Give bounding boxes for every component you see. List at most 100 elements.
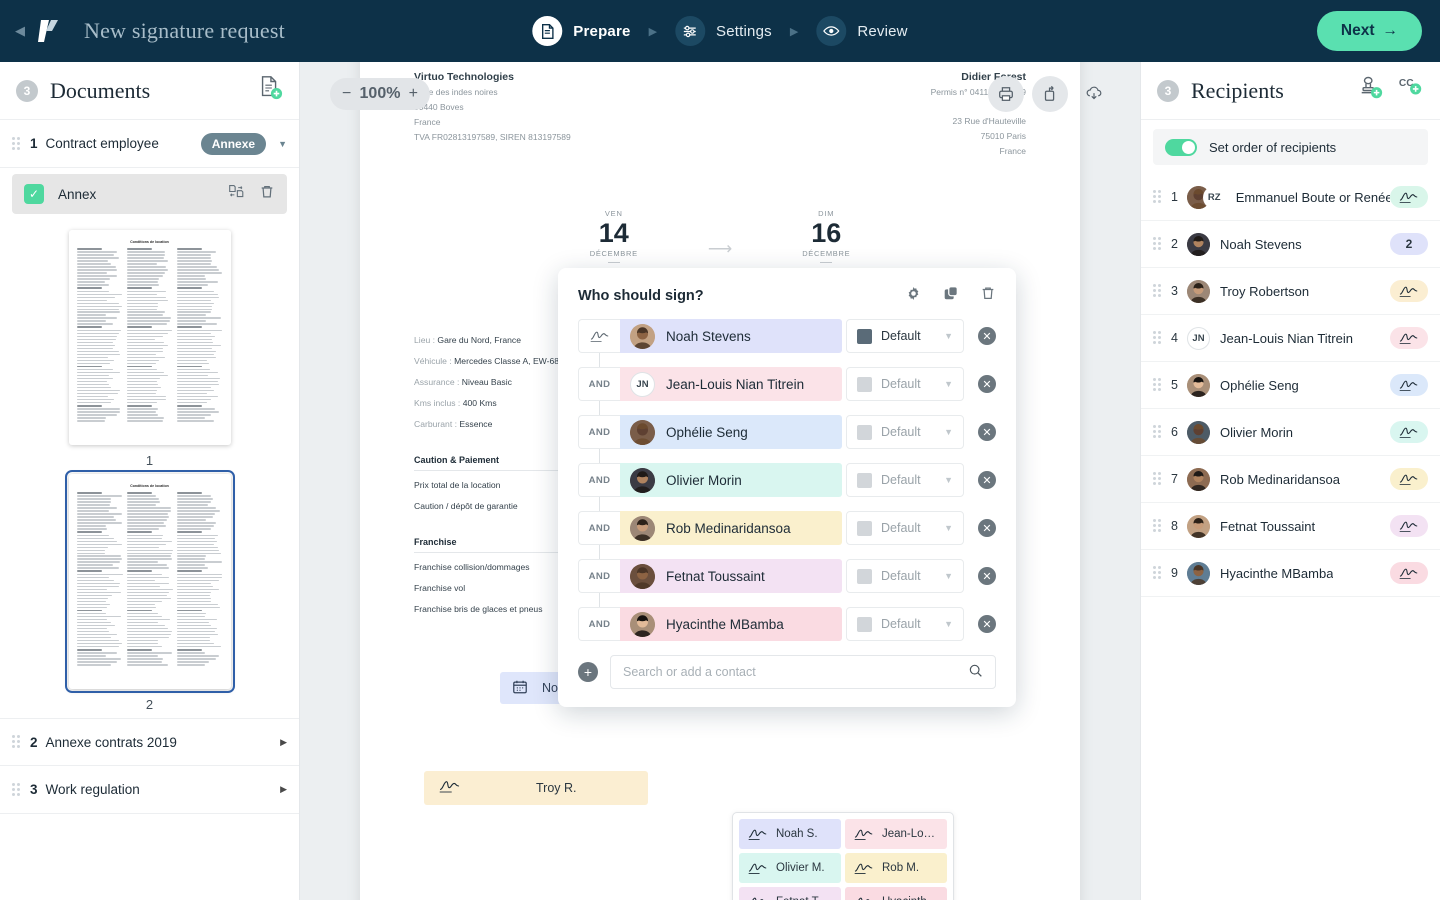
signer-main[interactable]: Noah Stevens [620, 319, 842, 353]
chevron-down-icon[interactable]: ▼ [944, 427, 953, 437]
signer-color-select[interactable]: Default ▼ [846, 415, 964, 449]
recipient-row[interactable]: 7 Rob Medinaridansoa [1141, 456, 1440, 503]
drag-handle-icon[interactable] [1153, 190, 1161, 204]
signature-chip[interactable]: Jean-Lo… [845, 819, 947, 849]
signer-logic-tag[interactable]: AND [578, 607, 620, 641]
signer-main[interactable]: Rob Medinaridansoa [620, 511, 842, 545]
set-order-toggle-row[interactable]: Set order of recipients [1153, 129, 1428, 165]
recipient-row[interactable]: 8 Fetnat Toussaint [1141, 503, 1440, 550]
signer-logic-tag[interactable]: AND [578, 463, 620, 497]
signer-color-select[interactable]: Default ▼ [846, 607, 964, 641]
signer-row[interactable]: AND Rob Medinaridansoa Default ▼ ✕ [578, 511, 996, 545]
drag-handle-icon[interactable] [1153, 378, 1161, 392]
signer-logic-tag[interactable]: AND [578, 367, 620, 401]
recipient-row[interactable]: 9 Hyacinthe MBamba [1141, 550, 1440, 597]
signer-main[interactable]: Hyacinthe MBamba [620, 607, 842, 641]
field-signature-troy[interactable]: Troy R. [424, 771, 648, 805]
next-button[interactable]: Next → [1317, 11, 1422, 51]
signer-color-select[interactable]: Default ▼ [846, 511, 964, 545]
gear-icon[interactable] [905, 285, 922, 307]
remove-signer-button[interactable]: ✕ [978, 615, 996, 633]
chevron-down-icon[interactable]: ▼ [944, 523, 953, 533]
thumbnail-page-2[interactable]: Conditions de location [69, 474, 231, 689]
trash-icon[interactable] [980, 285, 996, 307]
recipient-signature-pill[interactable] [1390, 515, 1428, 537]
step-review[interactable]: Review [816, 16, 907, 46]
signer-main[interactable]: Ophélie Seng [620, 415, 842, 449]
recipient-row[interactable]: 6 Olivier Morin [1141, 409, 1440, 456]
chevron-left-icon[interactable]: ◀ [12, 21, 28, 41]
remove-signer-button[interactable]: ✕ [978, 327, 996, 345]
plus-icon[interactable]: + [409, 86, 418, 102]
drag-handle-icon[interactable] [1153, 237, 1161, 251]
document-sub-item-annex[interactable]: ✓ Annex [12, 174, 287, 214]
recipient-signature-pill[interactable] [1390, 421, 1428, 443]
signer-logic-tag[interactable]: AND [578, 415, 620, 449]
remove-signer-button[interactable]: ✕ [978, 375, 996, 393]
trash-icon[interactable] [259, 184, 275, 205]
drag-handle-icon[interactable] [12, 735, 20, 749]
recipient-row[interactable]: 3 Troy Robertson [1141, 268, 1440, 315]
recipient-row[interactable]: 1 RZ Emmanuel Boute or Renée [1141, 174, 1440, 221]
remove-signer-button[interactable]: ✕ [978, 423, 996, 441]
remove-signer-button[interactable]: ✕ [978, 519, 996, 537]
remove-signer-button[interactable]: ✕ [978, 567, 996, 585]
print-icon[interactable] [988, 76, 1024, 112]
signer-logic-tag[interactable]: AND [578, 559, 620, 593]
chevron-down-icon[interactable]: ▼ [944, 379, 953, 389]
recipient-signature-pill[interactable] [1390, 327, 1428, 349]
signer-row[interactable]: AND Hyacinthe MBamba Default ▼ ✕ [578, 607, 996, 641]
signature-chip[interactable]: Hyacinth… [845, 887, 947, 900]
document-group-2[interactable]: 2 Annexe contrats 2019 ▶ [0, 718, 299, 766]
chevron-down-icon[interactable]: ▼ [944, 619, 953, 629]
recipient-signature-pill[interactable] [1390, 562, 1428, 584]
set-order-toggle[interactable] [1165, 139, 1197, 156]
chevron-down-icon[interactable]: ▼ [944, 571, 953, 581]
signature-chip[interactable]: Olivier M. [739, 853, 841, 883]
chevron-down-icon[interactable]: ▼ [278, 139, 287, 149]
recipient-row[interactable]: 2 Noah Stevens 2 [1141, 221, 1440, 268]
search-contact-input[interactable]: Search or add a contact [610, 655, 996, 689]
signer-row[interactable]: Noah Stevens Default ▼ ✕ [578, 319, 996, 353]
drag-handle-icon[interactable] [1153, 425, 1161, 439]
search-icon[interactable] [968, 663, 983, 681]
signer-logic-tag[interactable]: AND [578, 511, 620, 545]
document-group-3[interactable]: 3 Work regulation ▶ [0, 766, 299, 814]
signer-row[interactable]: AND Ophélie Seng Default ▼ ✕ [578, 415, 996, 449]
step-settings[interactable]: Settings [675, 16, 772, 46]
remove-signer-button[interactable]: ✕ [978, 471, 996, 489]
annexe-badge[interactable]: Annexe [201, 133, 266, 155]
plus-circle-icon[interactable]: + [578, 662, 598, 682]
document-group-1[interactable]: 1 Contract employee Annexe ▼ [0, 120, 299, 168]
recipient-row[interactable]: 4 JN Jean-Louis Nian Titrein [1141, 315, 1440, 362]
cloud-download-icon[interactable] [1076, 76, 1112, 112]
recipient-signature-pill[interactable] [1390, 468, 1428, 490]
chevron-down-icon[interactable]: ▼ [944, 331, 953, 341]
yousign-logo-icon[interactable] [32, 14, 66, 48]
chevron-right-icon[interactable]: ▶ [280, 737, 287, 748]
checkbox-checked-icon[interactable]: ✓ [24, 184, 44, 204]
signer-row[interactable]: AND Olivier Morin Default ▼ ✕ [578, 463, 996, 497]
signer-color-select[interactable]: Default ▼ [846, 463, 964, 497]
thumbnail-item-1[interactable]: Conditions de location 1 [0, 230, 299, 468]
signer-row[interactable]: AND JN Jean-Louis Nian Titrein Default ▼… [578, 367, 996, 401]
replace-document-icon[interactable] [228, 183, 245, 205]
drag-handle-icon[interactable] [1153, 566, 1161, 580]
thumbnail-page-1[interactable]: Conditions de location [69, 230, 231, 445]
signer-color-select[interactable]: Default ▼ [846, 367, 964, 401]
chevron-right-icon[interactable]: ▶ [280, 784, 287, 795]
add-cc-icon[interactable]: CC [1398, 75, 1424, 106]
recipient-signature-pill[interactable] [1390, 280, 1428, 302]
drag-handle-icon[interactable] [1153, 284, 1161, 298]
recipient-signature-pill[interactable] [1390, 186, 1428, 208]
recipient-row[interactable]: 5 Ophélie Seng [1141, 362, 1440, 409]
drag-handle-icon[interactable] [12, 137, 20, 151]
signer-color-select[interactable]: Default ▼ [846, 559, 964, 593]
thumbnail-item-2[interactable]: Conditions de location 2 [0, 474, 299, 712]
signature-chip[interactable]: Fetnat T. [739, 887, 841, 900]
signer-main[interactable]: Olivier Morin [620, 463, 842, 497]
add-signer-icon[interactable] [1358, 75, 1384, 106]
signer-color-select[interactable]: Default ▼ [846, 319, 964, 353]
signature-chip[interactable]: Rob M. [845, 853, 947, 883]
recipient-signature-pill[interactable] [1390, 374, 1428, 396]
